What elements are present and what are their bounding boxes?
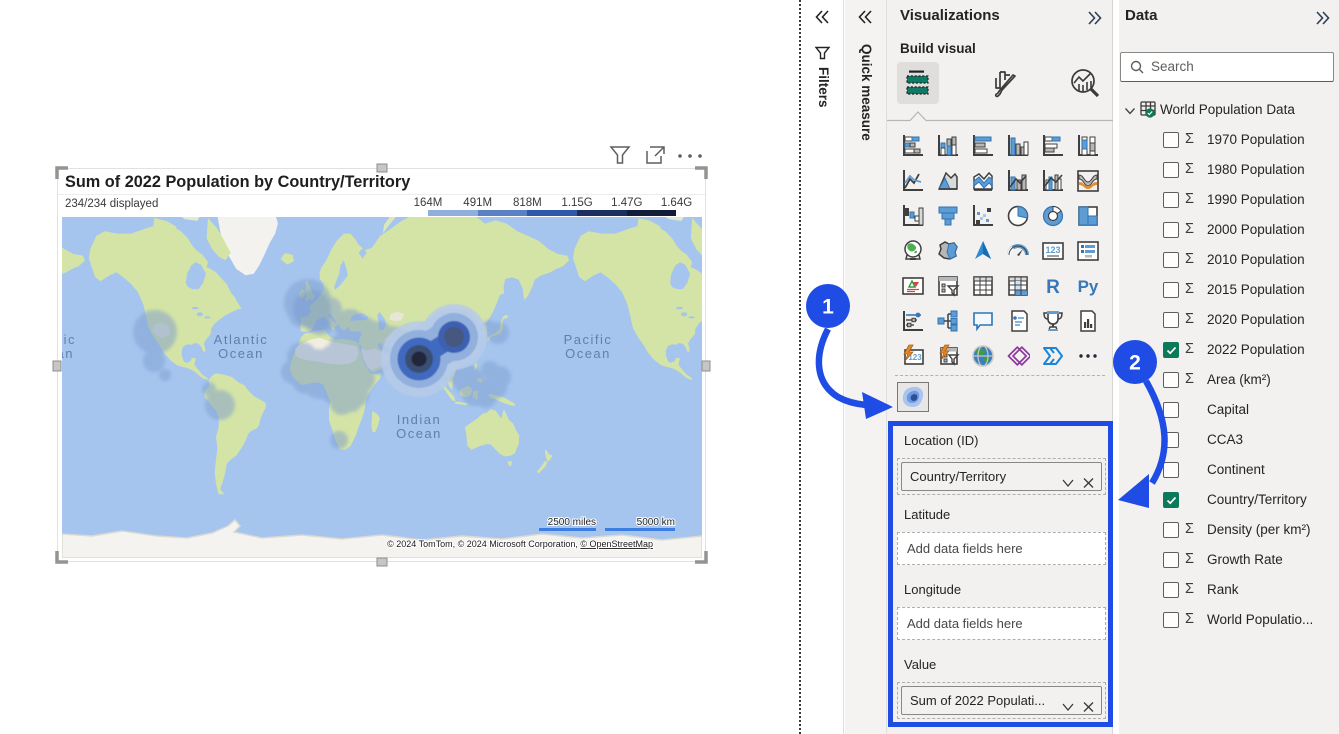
- svg-text:Ocean: Ocean: [396, 426, 442, 441]
- svg-text:Ocean: Ocean: [565, 346, 611, 361]
- svg-text:Pacific: Pacific: [564, 332, 613, 347]
- svg-text:Py: Py: [1078, 277, 1099, 296]
- svg-text:Ocean: Ocean: [218, 346, 264, 361]
- svg-text:an: an: [62, 346, 74, 361]
- svg-text:Indian: Indian: [397, 412, 441, 427]
- svg-text:Atlantic: Atlantic: [214, 332, 269, 347]
- svg-text:R: R: [1046, 277, 1060, 298]
- svg-text:2500 miles: 2500 miles: [548, 517, 596, 528]
- svg-text:5000 km: 5000 km: [637, 517, 675, 528]
- svg-text:© 2024 TomTom, © 2024 Microsof: © 2024 TomTom, © 2024 Microsoft Corporat…: [387, 539, 653, 549]
- svg-text:fic: fic: [62, 332, 76, 347]
- svg-text:123: 123: [1045, 245, 1060, 255]
